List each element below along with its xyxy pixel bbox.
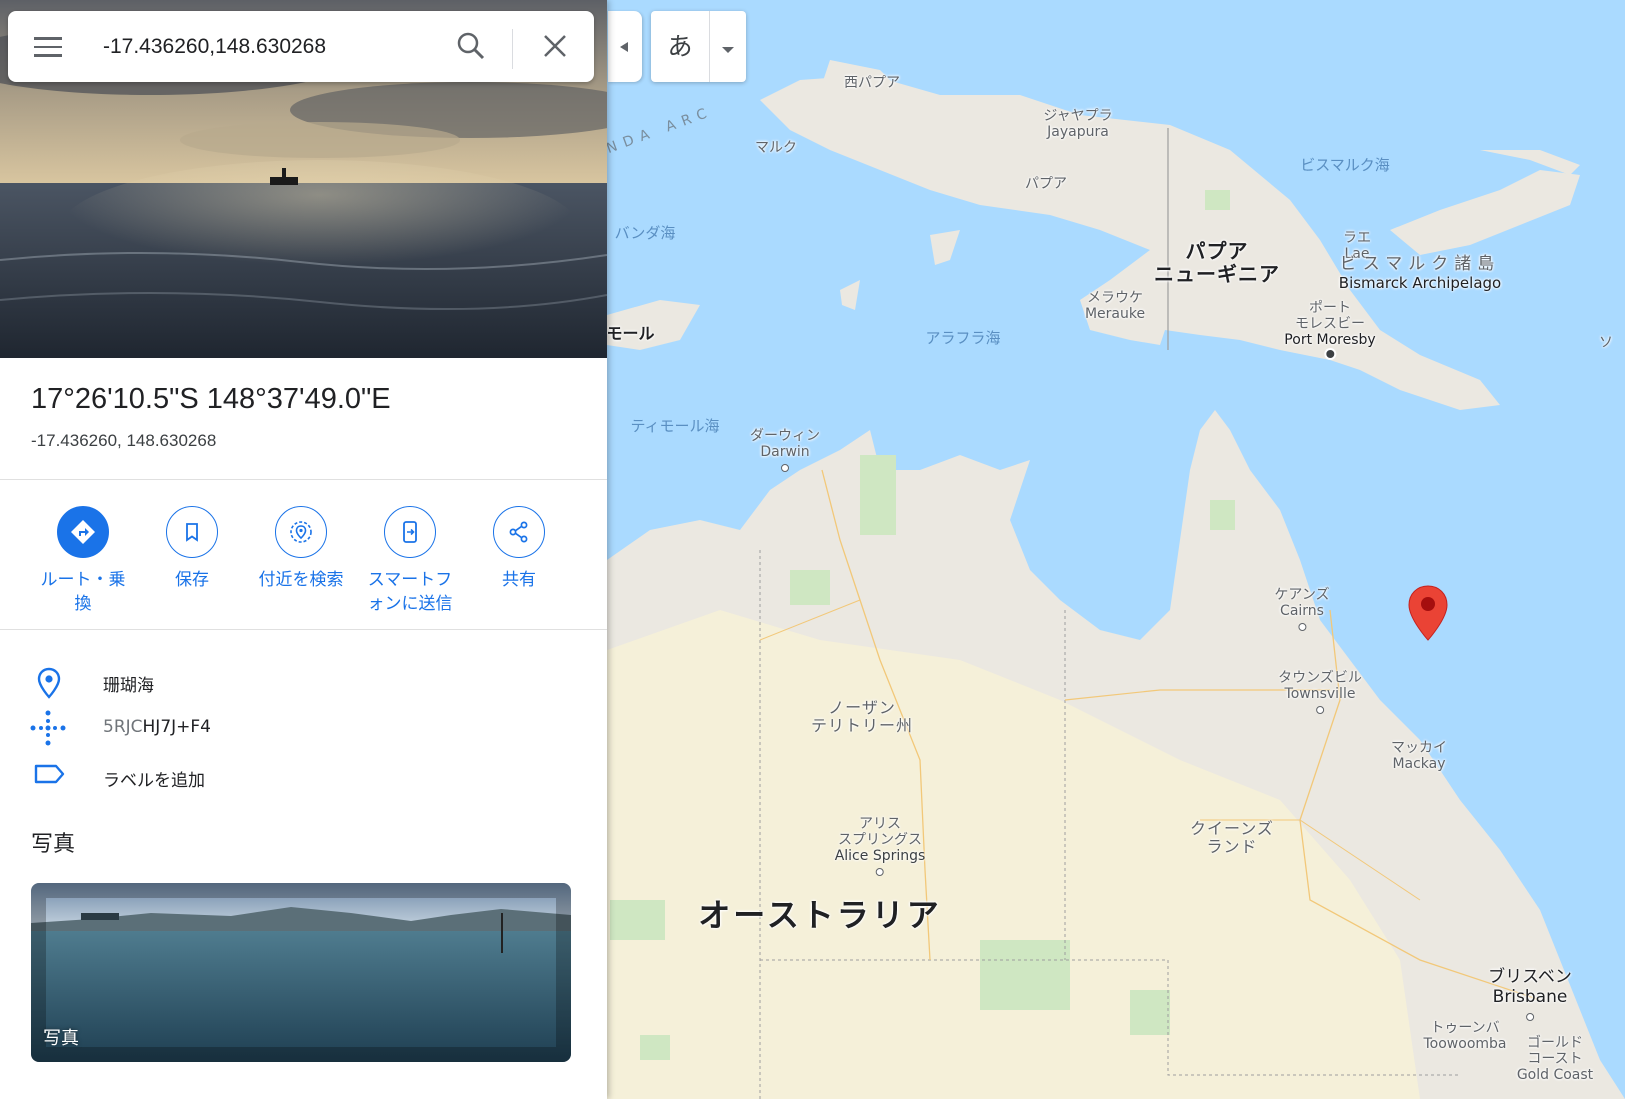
- nearby-search-button[interactable]: 付近を検索: [242, 506, 360, 592]
- search-input[interactable]: [101, 29, 445, 65]
- photo-card-label: 写真: [43, 1028, 79, 1049]
- input-method-dropdown[interactable]: [710, 11, 746, 82]
- place-decimal-coordinates: -17.436260, 148.630268: [31, 431, 217, 450]
- map-label-png: パプア ニューギニア: [1154, 239, 1280, 286]
- map-label-australia: オーストラリア: [698, 896, 942, 934]
- input-method-button[interactable]: あ: [651, 11, 709, 82]
- share-label: 共有: [502, 570, 536, 590]
- map-label-cairns: ケアンズ Cairns: [1274, 587, 1330, 635]
- divider: [0, 479, 607, 480]
- photo-card[interactable]: 写真: [31, 883, 571, 1062]
- map-label-timor-sea: ティモール海: [630, 417, 720, 435]
- map-label-maluku: マルク: [755, 140, 797, 156]
- add-label-text: ラベルを追加: [103, 771, 205, 791]
- map-label-bismarck-archipelago: ビスマルク諸島 Bismarck Archipelago: [1338, 254, 1502, 292]
- send-to-phone-button[interactable]: スマートフ ォンに送信: [351, 506, 469, 616]
- send-to-phone-label: スマートフ ォンに送信: [367, 570, 453, 614]
- directions-button[interactable]: ルート・乗 換: [24, 506, 142, 616]
- directions-label: ルート・乗 換: [40, 570, 126, 614]
- label-tag-icon: [34, 764, 65, 784]
- map-label-queensland: クイーンズ ランド: [1190, 819, 1274, 857]
- map-label-toowoomba: トゥーンバ Toowoomba: [1423, 1020, 1507, 1053]
- search-icon[interactable]: [456, 31, 486, 61]
- place-panel: 17°26'10.5"S 148°37'49.0"E -17.436260, 1…: [0, 0, 607, 1099]
- close-icon[interactable]: [540, 31, 570, 61]
- search-box: [8, 11, 594, 82]
- search-divider: [512, 29, 513, 69]
- map-label-bismarck-sea: ビスマルク海: [1300, 156, 1390, 174]
- map-label-west-papua: 西パプア: [844, 75, 900, 91]
- bookmark-icon: [166, 506, 218, 558]
- map-label-alice-springs: アリス スプリングス Alice Springs: [835, 816, 925, 880]
- map-label-jayapura: ジャヤプラ Jayapura: [1043, 108, 1113, 141]
- save-label: 保存: [175, 570, 209, 590]
- input-method-widget: あ: [651, 11, 746, 82]
- map-label-merauke: メラウケ Merauke: [1084, 290, 1146, 323]
- plus-code-text: 5RJCHJ7J+F4: [103, 717, 211, 737]
- menu-icon[interactable]: [34, 37, 62, 57]
- plus-code-value: HJ7J+F4: [142, 717, 211, 737]
- phone-send-icon: [384, 506, 436, 558]
- map-label-so: ソ: [1599, 335, 1613, 351]
- map-label-townsville: タウンズビル Townsville: [1278, 670, 1362, 718]
- place-title: 17°26'10.5"S 148°37'49.0"E: [31, 383, 391, 415]
- nearby-label: 付近を検索: [258, 570, 344, 590]
- location-row[interactable]: 珊瑚海: [0, 658, 607, 702]
- map-label-mackay: マッカイ Mackay: [1391, 740, 1447, 773]
- photos-heading: 写真: [31, 832, 76, 857]
- share-button[interactable]: 共有: [460, 506, 578, 592]
- chevron-left-icon: [620, 42, 628, 52]
- map-label-gold-coast: ゴールド コースト Gold Coast: [1516, 1035, 1594, 1084]
- location-pin-marker[interactable]: [1407, 584, 1449, 642]
- map-label-brisbane: ブリスベン Brisbane: [1488, 967, 1572, 1027]
- plus-code-icon: [30, 710, 66, 746]
- map-label-northern-territory: ノーザン テリトリー州: [810, 698, 914, 736]
- share-icon: [493, 506, 545, 558]
- nearby-icon: [275, 506, 327, 558]
- location-pin-icon: [37, 667, 61, 699]
- map-label-darwin: ダーウィン Darwin: [750, 428, 820, 476]
- add-label-row[interactable]: ラベルを追加: [0, 753, 607, 797]
- collapse-panel-button[interactable]: [608, 11, 642, 82]
- map-label-banda-sea: バンダ海: [614, 224, 676, 242]
- sea-photo-thumbnail: [31, 883, 571, 1062]
- map-label-arafura-sea: アラフラ海: [925, 329, 1001, 347]
- map-label-papua: パプア: [1025, 176, 1067, 192]
- caret-down-icon: [722, 47, 734, 53]
- directions-icon: [57, 506, 109, 558]
- location-text: 珊瑚海: [103, 676, 154, 696]
- plus-code-prefix: 5RJC: [103, 717, 143, 737]
- map-label-port-moresby: ポート モレスビー Port Moresby: [1284, 300, 1376, 364]
- divider: [0, 629, 607, 630]
- save-button[interactable]: 保存: [133, 506, 251, 592]
- plus-code-row[interactable]: 5RJCHJ7J+F4: [0, 704, 607, 748]
